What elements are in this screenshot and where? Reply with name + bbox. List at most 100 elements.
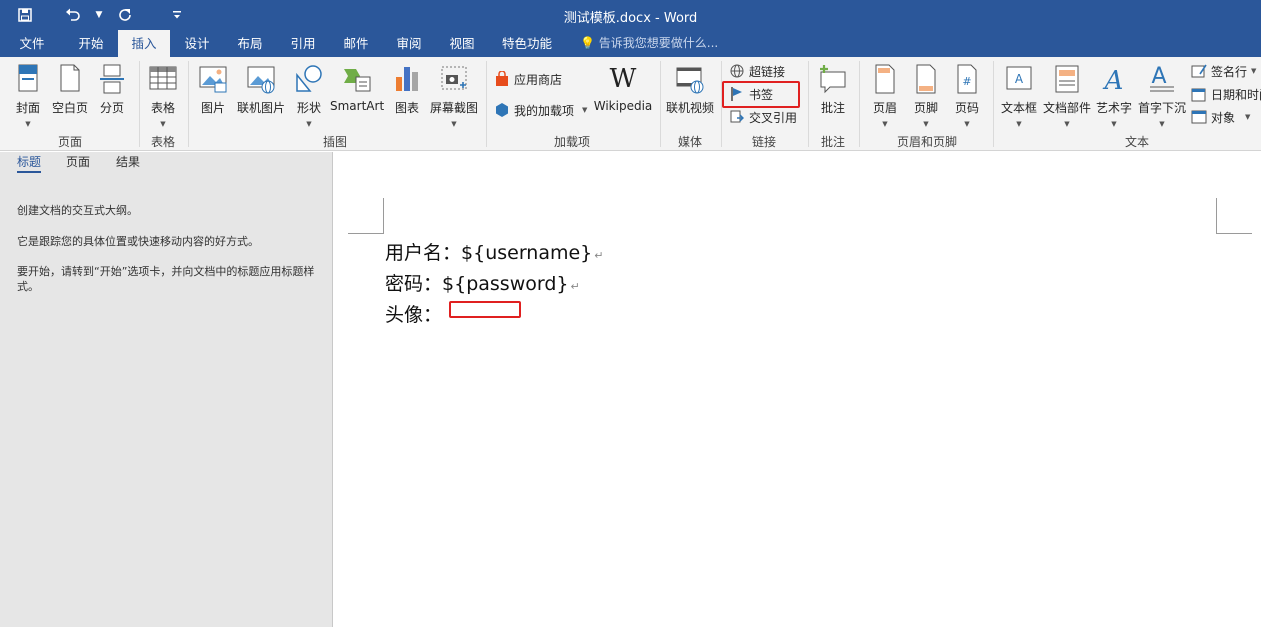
page-break-button[interactable]: 分页 [94, 63, 130, 116]
chevron-down-icon: ▼ [451, 120, 457, 128]
wikipedia-button[interactable]: W Wikipedia [592, 63, 654, 113]
tab-review[interactable]: 审阅 [384, 30, 434, 57]
bookmark-highlight-box [722, 81, 800, 108]
cover-page-label: 封面 [15, 101, 40, 115]
signature-line-button[interactable]: 签名行 ▼ [1191, 61, 1256, 81]
picture-button[interactable]: 图片 [194, 63, 232, 116]
chevron-down-icon: ▼ [1245, 113, 1251, 121]
screenshot-button[interactable]: 屏幕截图 ▼ [428, 63, 480, 128]
textbox-button[interactable]: A 文本框 ▼ [998, 63, 1040, 128]
wordart-icon: A [1099, 63, 1129, 96]
chevron-down-icon: ▼ [1111, 120, 1117, 128]
picture-label: 图片 [200, 101, 225, 115]
nav-tab-results[interactable]: 结果 [116, 153, 140, 170]
table-button[interactable]: 表格 ▼ [144, 63, 182, 128]
group-separator [993, 61, 994, 147]
hyperlink-button[interactable]: 超链接 [729, 61, 785, 81]
group-separator [486, 61, 487, 147]
blank-page-button[interactable]: 空白页 [50, 63, 90, 116]
new-comment-button[interactable]: 批注 [814, 63, 852, 116]
tab-insert[interactable]: 插入 [118, 30, 170, 57]
online-picture-icon [246, 63, 276, 95]
group-separator [139, 61, 140, 147]
quick-parts-button[interactable]: 文档部件 ▼ [1041, 63, 1093, 128]
signature-line-label: 签名行 [1211, 64, 1248, 79]
chevron-down-icon: ▼ [1251, 67, 1257, 75]
tab-home[interactable]: 开始 [66, 30, 116, 57]
svg-text:A: A [1151, 64, 1166, 89]
title-bar: ▼ 测试模板.docx - Word [0, 0, 1261, 30]
paragraph-mark-icon: ↵ [594, 249, 604, 262]
nav-help-line-2: 它是跟踪您的具体位置或快速移动内容的好方式。 [17, 235, 259, 248]
object-label: 对象 [1211, 110, 1236, 125]
tab-references[interactable]: 引用 [278, 30, 328, 57]
online-video-button[interactable]: 联机视频 [664, 63, 716, 116]
object-button[interactable]: 对象 ▼ [1191, 107, 1250, 127]
margin-corner-right [1216, 198, 1252, 234]
document-canvas[interactable]: 用户名：${username} ↵ 密码：${password} ↵ 头像： [334, 152, 1261, 627]
svg-text:A: A [1103, 66, 1124, 95]
margin-corner-left [348, 198, 384, 234]
store-button[interactable]: 应用商店 [494, 69, 562, 89]
chevron-down-icon: ▼ [1016, 120, 1022, 128]
comment-icon [818, 63, 848, 95]
media-group-label: 媒体 [677, 135, 702, 149]
online-picture-label: 联机图片 [236, 101, 285, 115]
document-line-username[interactable]: 用户名：${username} ↵ [385, 238, 604, 265]
screenshot-label: 屏幕截图 [429, 101, 478, 115]
shapes-button[interactable]: 形状 ▼ [290, 63, 328, 128]
navigation-pane: 标题 页面 结果 创建文档的交互式大纲。 它是跟踪您的具体位置或快速移动内容的好… [0, 152, 333, 627]
date-time-button[interactable]: 日期和时间 [1191, 84, 1261, 104]
chart-icon [392, 63, 422, 95]
tab-design[interactable]: 设计 [172, 30, 222, 57]
tab-file[interactable]: 文件 [8, 30, 56, 57]
nav-help-line-1: 创建文档的交互式大纲。 [17, 204, 138, 217]
ribbon-insert: 封面 ▼ 空白页 分页 页面 表格 ▼ 表格 图片 联机图片 形状 ▼ Smar… [0, 57, 1261, 151]
chart-button[interactable]: 图表 [388, 63, 426, 116]
document-line-password[interactable]: 密码：${password} ↵ [385, 269, 580, 296]
pages-group-label: 页面 [57, 135, 82, 149]
chevron-down-icon: ▼ [1159, 120, 1165, 128]
lightbulb-icon: 💡 [580, 36, 595, 50]
quick-parts-icon [1052, 63, 1082, 95]
tab-mailings[interactable]: 邮件 [331, 30, 381, 57]
nav-tab-headings[interactable]: 标题 [17, 153, 42, 173]
nav-tab-pages[interactable]: 页面 [66, 153, 90, 170]
tell-me-placeholder: 告诉我您想要做什么... [598, 36, 719, 50]
addins-group-label: 加载项 [553, 135, 590, 149]
tab-features[interactable]: 特色功能 [492, 30, 562, 57]
page-number-button[interactable]: # 页码 ▼ [948, 63, 986, 128]
header-button[interactable]: 页眉 ▼ [866, 63, 904, 128]
cross-reference-button[interactable]: 交叉引用 [729, 107, 797, 127]
paragraph-mark-icon: ↵ [570, 280, 580, 293]
online-picture-button[interactable]: 联机图片 [235, 63, 287, 116]
avatar-label: 头像： [385, 304, 443, 326]
header-label: 页眉 [872, 101, 897, 115]
dropcap-label: 首字下沉 [1137, 101, 1186, 115]
page-number-icon: # [952, 63, 982, 95]
chevron-down-icon: ▼ [1064, 120, 1070, 128]
my-addins-label: 我的加载项 [514, 103, 575, 118]
footer-button[interactable]: 页脚 ▼ [907, 63, 945, 128]
wordart-button[interactable]: A 艺术字 ▼ [1094, 63, 1134, 128]
store-icon [494, 70, 510, 87]
chevron-down-icon: ▼ [160, 120, 166, 128]
tab-layout[interactable]: 布局 [225, 30, 275, 57]
svg-text:A: A [1015, 72, 1024, 86]
cover-page-button[interactable]: 封面 ▼ [8, 63, 48, 128]
dropcap-button[interactable]: A 首字下沉 ▼ [1136, 63, 1188, 128]
ribbon-tabs: 文件 开始 插入 设计 布局 引用 邮件 审阅 视图 特色功能 💡 告诉我您想要… [0, 30, 1261, 57]
document-line-avatar[interactable]: 头像： [385, 300, 442, 327]
group-separator [808, 61, 809, 147]
my-addins-button[interactable]: 我的加载项 ▼ [494, 100, 587, 120]
online-video-icon [675, 63, 705, 95]
footer-icon [911, 63, 941, 95]
tab-view[interactable]: 视图 [437, 30, 487, 57]
tell-me-box[interactable]: 💡 告诉我您想要做什么... [580, 30, 718, 57]
my-addins-icon [494, 102, 510, 118]
password-label: 密码： [385, 273, 443, 295]
svg-text:#: # [962, 75, 971, 88]
smartart-button[interactable]: SmartArt [330, 63, 384, 113]
wikipedia-icon: W [609, 64, 637, 94]
chevron-down-icon: ▼ [306, 120, 312, 128]
